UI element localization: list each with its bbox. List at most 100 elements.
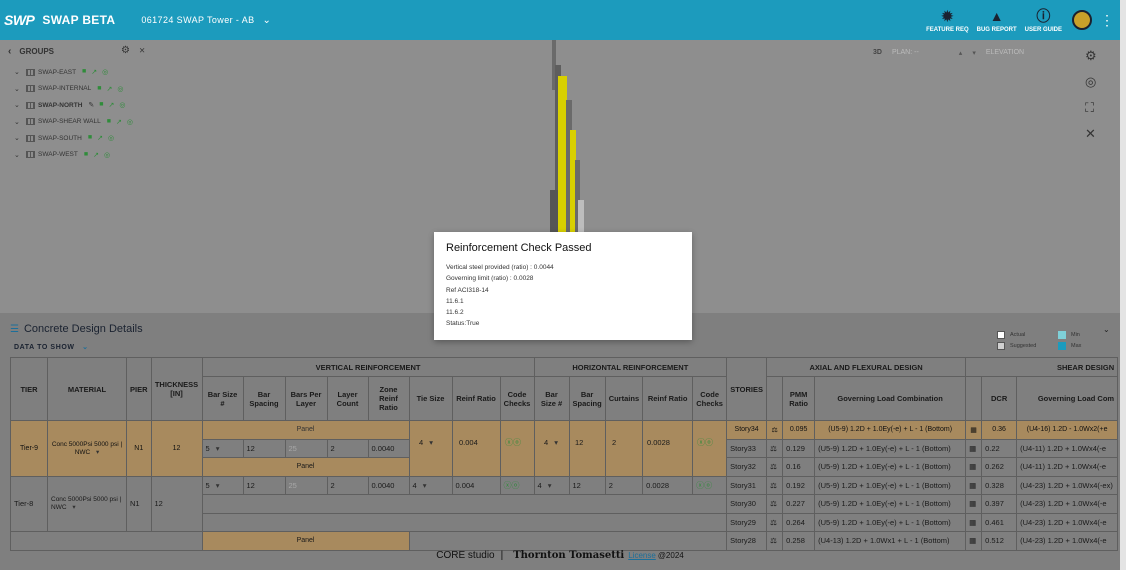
header-tier[interactable]: TIER: [10, 357, 48, 421]
group-item-swap-west[interactable]: ⌄ SWAP-WEST ■ ↗ ◎: [14, 147, 133, 164]
view-3d-button[interactable]: 3D: [873, 49, 882, 57]
group-item-swap-south[interactable]: ⌄ SWAP-SOUTH ■ ↗ ◎: [14, 130, 133, 147]
expand-arrow-icon[interactable]: ↗: [106, 85, 112, 93]
group-item-swap-shear-wall[interactable]: ⌄ SWAP-SHEAR WALL ■ ↗ ◎: [14, 114, 133, 131]
color-square-icon[interactable]: ■: [84, 151, 88, 159]
settings-icon[interactable]: ⚙: [121, 45, 130, 56]
target-icon[interactable]: ◎: [108, 134, 114, 142]
story-icon[interactable]: ⚖: [766, 438, 784, 458]
story-icon[interactable]: ⚖: [766, 494, 784, 514]
feature-request-button[interactable]: ✹ FEATURE REQ: [926, 7, 969, 34]
locate-icon[interactable]: ◎: [1085, 74, 1097, 90]
v-bar-spacing[interactable]: 12: [242, 438, 286, 458]
target-icon[interactable]: ◎: [102, 68, 108, 76]
combo-cell: (U5-9) 1.2D + 1.0Ey(-e) + L - 1 (Bottom): [814, 420, 967, 440]
header-pier[interactable]: PIER: [126, 357, 152, 421]
scrollbar[interactable]: [1120, 0, 1126, 570]
chevron-down-icon[interactable]: ⌄: [14, 118, 24, 126]
fit-view-icon[interactable]: ⛶: [1085, 100, 1097, 116]
table-icon[interactable]: ▦: [965, 457, 983, 477]
header-stories[interactable]: STORIES: [726, 357, 768, 421]
bars-per-layer[interactable]: 25: [284, 475, 328, 495]
chevron-down-icon[interactable]: ⌄: [14, 85, 24, 93]
v-bar-spacing[interactable]: 12: [242, 475, 286, 495]
bug-report-button[interactable]: ▲ BUG REPORT: [977, 7, 1017, 33]
group-item-swap-internal[interactable]: ⌄ SWAP-INTERNAL ■ ↗ ◎: [14, 81, 133, 98]
target-icon[interactable]: ◎: [117, 85, 123, 93]
story-icon[interactable]: ⚖: [766, 457, 784, 477]
pencil-icon[interactable]: ✎: [88, 101, 94, 109]
chevron-down-icon[interactable]: ⌄: [14, 151, 24, 159]
chevron-down-icon[interactable]: ▾: [972, 49, 976, 57]
h-bar-spacing[interactable]: 12: [568, 475, 606, 495]
target-icon[interactable]: ◎: [127, 118, 133, 126]
close-icon[interactable]: ✕: [1085, 126, 1097, 142]
more-options-icon[interactable]: ⋮: [1100, 12, 1114, 29]
curtains[interactable]: 2: [606, 438, 643, 447]
expand-arrow-icon[interactable]: ↗: [93, 151, 99, 159]
expand-arrow-icon[interactable]: ↗: [116, 118, 122, 126]
story-icon[interactable]: ⚖: [766, 512, 784, 532]
group-item-swap-east[interactable]: ⌄ SWAP-EAST ■ ↗ ◎: [14, 64, 133, 81]
gear-icon[interactable]: ⚙: [1085, 48, 1097, 64]
tie-size-select[interactable]: 4 ▾: [410, 438, 453, 447]
user-guide-button[interactable]: ⓘ USER GUIDE: [1025, 7, 1062, 33]
color-square-icon[interactable]: ■: [107, 118, 111, 126]
h-bar-size-select[interactable]: 4 ▾: [535, 438, 570, 447]
header-thickness[interactable]: THICKNESS [IN]: [150, 357, 203, 421]
h-bar-size: 4: [544, 438, 549, 447]
story-icon[interactable]: ⚖: [766, 420, 784, 440]
avatar[interactable]: [1072, 10, 1092, 30]
expand-arrow-icon[interactable]: ↗: [97, 134, 103, 142]
table-icon[interactable]: ▦: [965, 512, 983, 532]
table-icon[interactable]: ▦: [965, 420, 983, 440]
tie-size-select[interactable]: 4 ▾: [408, 475, 453, 495]
elevation-button[interactable]: ELEVATION: [986, 49, 1024, 57]
project-selector[interactable]: 061724 SWAP Tower - AB ⌄: [141, 15, 271, 26]
collapse-icon[interactable]: ⨯: [139, 46, 146, 55]
header-v-bar-spacing: Bar Spacing: [242, 376, 286, 421]
expand-arrow-icon[interactable]: ↗: [91, 68, 97, 76]
code-check-icon[interactable]: ⓧⓞ: [693, 437, 727, 448]
v-bar-size-select[interactable]: 5 ▾: [201, 475, 244, 495]
groups-tools: ⚙ ⨯: [121, 45, 145, 56]
layer-count[interactable]: 2: [326, 475, 369, 495]
h-bar-spacing[interactable]: 12: [570, 438, 606, 447]
material-select[interactable]: Conc 5000Psi 5000 psi | NWC ▾: [47, 420, 127, 477]
color-square-icon[interactable]: ■: [82, 68, 86, 76]
bars-per-layer[interactable]: 25: [284, 438, 328, 458]
color-square-icon[interactable]: ■: [99, 101, 103, 109]
table-icon[interactable]: ▦: [965, 438, 983, 458]
h-bar-size-select[interactable]: 4 ▾: [533, 475, 570, 495]
color-square-icon[interactable]: ■: [88, 134, 92, 142]
chevron-up-icon[interactable]: ▴: [959, 49, 963, 57]
color-square-icon[interactable]: ■: [97, 85, 101, 93]
header-material[interactable]: MATERIAL: [47, 357, 127, 421]
code-check-icon[interactable]: ⓧⓞ: [692, 475, 728, 495]
plan-selector[interactable]: PLAN: --: [892, 49, 919, 57]
target-icon[interactable]: ◎: [104, 151, 110, 159]
code-check-icon[interactable]: ⓧⓞ: [501, 437, 535, 448]
header-v-reinf-ratio: Reinf Ratio: [451, 376, 501, 421]
group-item-swap-north[interactable]: ⌄ SWAP-NORTH ✎ ■ ↗ ◎: [14, 97, 133, 114]
layer-count[interactable]: 2: [326, 438, 369, 458]
table-icon[interactable]: ▦: [965, 475, 983, 495]
design-table: TIER MATERIAL PIER THICKNESS [IN] VERTIC…: [10, 357, 1119, 551]
chevron-down-icon[interactable]: ⌄: [14, 134, 24, 142]
legend-suggested: Suggested: [1010, 342, 1037, 349]
code-check-icon[interactable]: ⓧⓞ: [499, 475, 535, 495]
expand-arrow-icon[interactable]: ↗: [109, 101, 115, 109]
chevron-down-icon[interactable]: ⌄: [1103, 325, 1110, 334]
table-icon[interactable]: ▦: [965, 494, 983, 514]
data-to-show-toggle[interactable]: DATA TO SHOW ⌄: [14, 343, 89, 351]
target-icon[interactable]: ◎: [119, 101, 125, 109]
chevron-left-icon[interactable]: ‹: [8, 46, 11, 57]
app-logo[interactable]: SWP SWAP BETA: [4, 12, 115, 28]
v-bar-size-select[interactable]: 5 ▾: [201, 438, 244, 458]
license-link[interactable]: License: [628, 551, 656, 560]
chevron-down-icon[interactable]: ⌄: [14, 68, 24, 76]
material-select[interactable]: Conc 5000Psi 5000 psi | NWC ▾: [47, 475, 127, 532]
chevron-down-icon[interactable]: ⌄: [14, 101, 24, 109]
story-icon[interactable]: ⚖: [766, 475, 784, 495]
curtains[interactable]: 2: [604, 475, 644, 495]
